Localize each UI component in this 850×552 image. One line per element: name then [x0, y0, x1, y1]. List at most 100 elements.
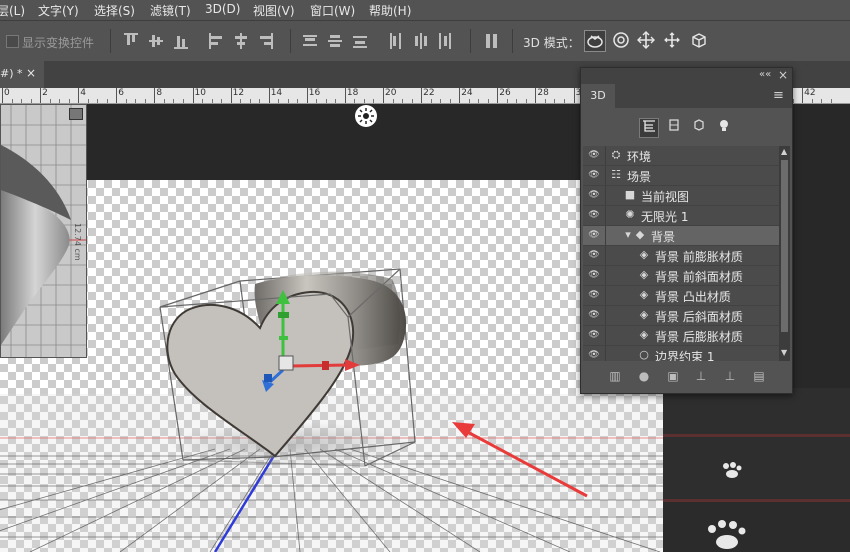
- ruler-major-tick: [497, 88, 499, 103]
- material-icon: ◈: [639, 308, 649, 321]
- scene-list-item[interactable]: 👁 ☷ 场景: [583, 166, 779, 186]
- scene-list-item[interactable]: 👁 ○ 边界约束 1: [583, 346, 779, 361]
- align-top-icon[interactable]: [124, 33, 138, 49]
- tab-3d[interactable]: 3D: [581, 84, 615, 108]
- row-divider: [605, 286, 606, 305]
- scale-icon[interactable]: [688, 30, 710, 52]
- ruler-minor-tick: [259, 99, 261, 103]
- visibility-eye-icon[interactable]: 👁: [587, 189, 601, 201]
- visibility-eye-icon[interactable]: 👁: [587, 269, 601, 281]
- scroll-up-icon[interactable]: ▲: [781, 147, 787, 156]
- orbit-icon[interactable]: [584, 30, 606, 52]
- ruler-label: 6: [118, 88, 125, 98]
- scene-list-item-label: 背景 前斜面材质: [655, 270, 743, 284]
- light-add-icon-2[interactable]: ⊥: [722, 368, 738, 384]
- menu-type[interactable]: 文字(Y): [38, 2, 79, 19]
- ruler-minor-tick: [830, 99, 832, 103]
- scene-list-scrollbar[interactable]: ▲ ▼: [779, 146, 790, 361]
- visibility-eye-icon[interactable]: 👁: [587, 309, 601, 321]
- scrollbar-thumb[interactable]: [781, 160, 788, 332]
- menu-window[interactable]: 窗口(W): [310, 2, 355, 19]
- scene-list-item[interactable]: 👁 ◈ 背景 后膨胀材质: [583, 326, 779, 346]
- ground-icon[interactable]: ⊥: [693, 368, 709, 384]
- visibility-eye-icon[interactable]: 👁: [587, 229, 601, 241]
- scene-list-item[interactable]: 👁 ◈ 背景 前膨胀材质: [583, 246, 779, 266]
- visibility-eye-icon[interactable]: 👁: [587, 209, 601, 221]
- scroll-down-icon[interactable]: ▼: [781, 348, 787, 357]
- scene-list-item[interactable]: 👁 ⛭ 环境: [583, 146, 779, 166]
- material-filter-icon[interactable]: [689, 118, 709, 138]
- align-right-icon[interactable]: [259, 33, 273, 49]
- mesh-add-icon[interactable]: ▥: [607, 368, 623, 384]
- ruler-label: 24: [461, 88, 473, 98]
- auto-align-icon[interactable]: [485, 33, 499, 49]
- divider: [512, 29, 513, 53]
- menu-filter[interactable]: 滤镜(T): [150, 2, 191, 19]
- align-vcenter-icon[interactable]: [149, 33, 163, 49]
- ruler-minor-tick: [59, 99, 61, 103]
- visibility-eye-icon[interactable]: 👁: [587, 329, 601, 341]
- document-tab[interactable]: #) * ×: [0, 61, 44, 88]
- pan-icon[interactable]: [635, 30, 657, 52]
- align-bottom-icon[interactable]: [174, 33, 188, 49]
- distribute-hcenter-icon[interactable]: [413, 33, 427, 49]
- ruler-minor-tick: [106, 99, 108, 103]
- panel-menu-icon[interactable]: ≡: [773, 88, 784, 103]
- render-icon[interactable]: ▣: [665, 368, 681, 384]
- ruler-minor-tick: [354, 99, 356, 103]
- 3d-mode-label: 3D 模式：: [523, 36, 580, 50]
- scene-icon: ☷: [611, 168, 621, 181]
- align-hcenter-icon[interactable]: [234, 33, 248, 49]
- distribute-vcenter-icon[interactable]: [328, 33, 342, 49]
- distribute-top-icon[interactable]: [303, 33, 317, 49]
- ruler-minor-tick: [163, 99, 165, 103]
- show-transform-checkbox[interactable]: [6, 35, 19, 48]
- scene-list-item[interactable]: 👁 ✺ 无限光 1: [583, 206, 779, 226]
- scene-list-item[interactable]: 👁 ■ 当前视图: [583, 186, 779, 206]
- roll-icon[interactable]: [610, 30, 632, 52]
- collapse-panel-icon[interactable]: ««: [759, 69, 771, 80]
- light-target-icon[interactable]: [355, 105, 377, 127]
- visibility-eye-icon[interactable]: 👁: [587, 149, 601, 161]
- ruler-label: 14: [270, 88, 283, 98]
- distribute-left-icon[interactable]: [388, 33, 402, 49]
- light-filter-icon[interactable]: [714, 118, 734, 138]
- close-tab-icon[interactable]: ×: [26, 66, 36, 80]
- trash-icon[interactable]: ▤: [751, 368, 767, 384]
- scene-list-item-label: 边界约束 1: [655, 350, 715, 361]
- ruler-minor-tick: [821, 99, 823, 103]
- slide-icon[interactable]: [661, 30, 683, 52]
- visibility-eye-icon[interactable]: 👁: [587, 289, 601, 301]
- x-axis-handle[interactable]: [290, 363, 349, 368]
- scene-list-item[interactable]: 👁 ◈ 背景 后斜面材质: [583, 306, 779, 326]
- scene-list-item[interactable]: 👁 ▾ ◆ 背景: [583, 226, 779, 246]
- ruler-minor-tick: [97, 99, 99, 103]
- mesh-filter-icon[interactable]: [664, 118, 684, 138]
- secondary-view-line: [663, 434, 850, 437]
- menu-view[interactable]: 视图(V): [253, 2, 295, 19]
- panel-tab-row: 3D ≡: [581, 84, 792, 108]
- light-add-icon[interactable]: ●: [636, 368, 652, 384]
- scene-filter-icon[interactable]: [639, 118, 659, 138]
- distribute-bottom-icon[interactable]: [353, 33, 367, 49]
- close-panel-icon[interactable]: ×: [778, 68, 788, 82]
- visibility-eye-icon[interactable]: 👁: [587, 249, 601, 261]
- menu-help[interactable]: 帮助(H): [369, 2, 411, 19]
- ruler-major-tick: [802, 88, 804, 103]
- secondary-view[interactable]: 12.74 cm: [0, 104, 87, 358]
- scene-list-item[interactable]: 👁 ◈ 背景 凸出材质: [583, 286, 779, 306]
- visibility-eye-icon[interactable]: 👁: [587, 169, 601, 181]
- distribute-right-icon[interactable]: [438, 33, 452, 49]
- menu-layer[interactable]: 层(L): [0, 2, 25, 19]
- ruler-minor-tick: [240, 99, 242, 103]
- divider: [110, 29, 111, 53]
- visibility-eye-icon[interactable]: 👁: [587, 349, 601, 361]
- view-menu-icon[interactable]: [69, 108, 83, 120]
- center-handle[interactable]: [278, 355, 294, 371]
- menu-3d[interactable]: 3D(D): [205, 2, 240, 16]
- scene-list-item[interactable]: 👁 ◈ 背景 前斜面材质: [583, 266, 779, 286]
- menu-select[interactable]: 选择(S): [94, 2, 135, 19]
- align-left-icon[interactable]: [209, 33, 223, 49]
- secondary-view-line: [663, 499, 850, 502]
- mesh-icon: ◆: [635, 228, 645, 241]
